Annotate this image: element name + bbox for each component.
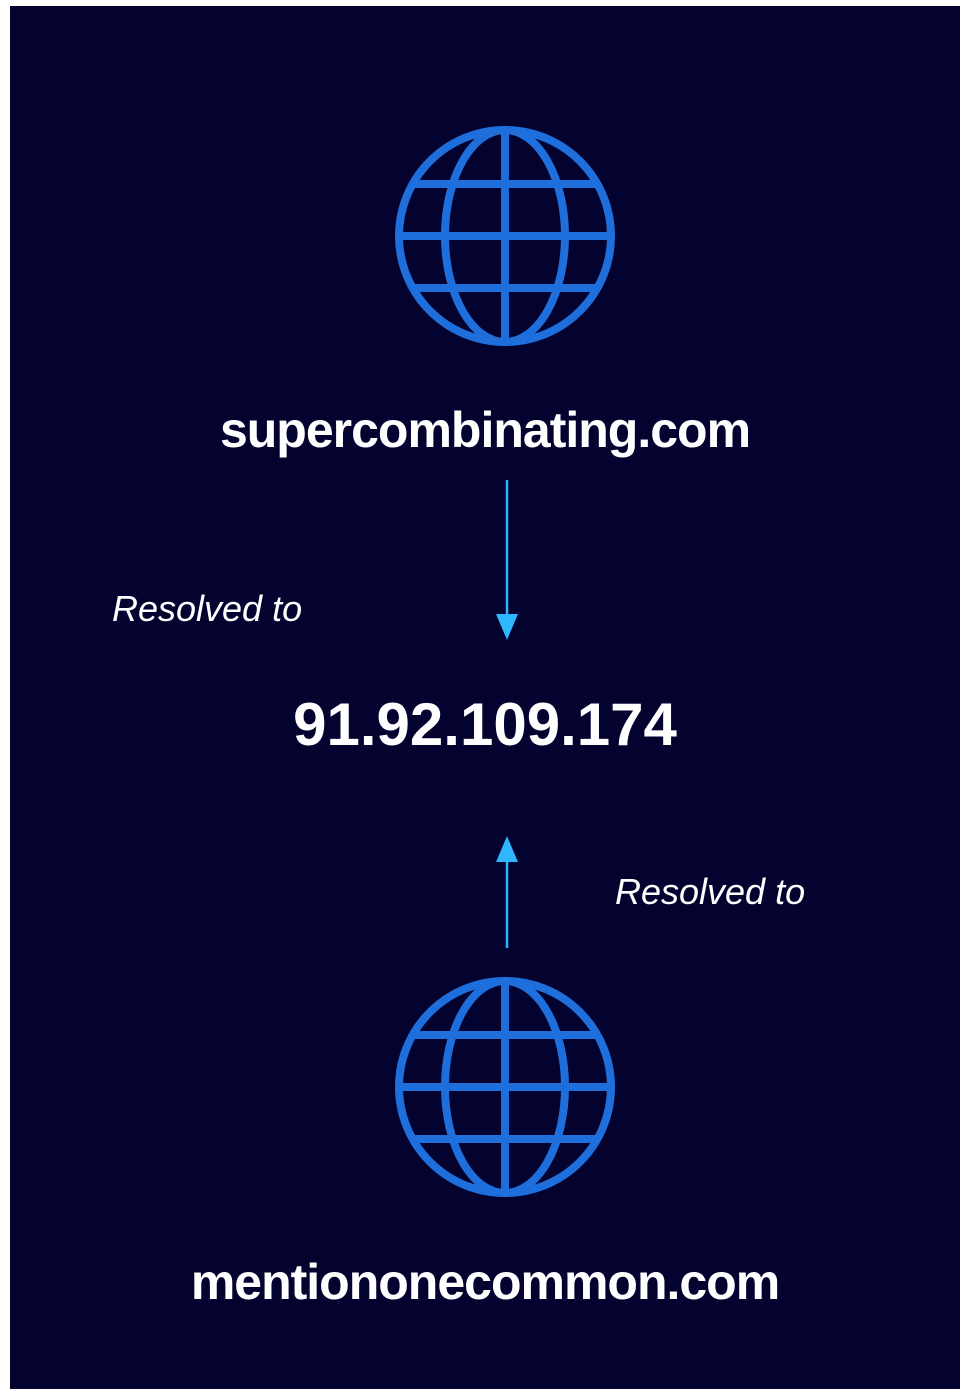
- source-domain: supercombinating.com: [219, 402, 751, 458]
- ip-address: 91.92.109.174: [293, 691, 677, 758]
- diagram-panel: supercombinating.com Resolved to 91.92.1…: [10, 6, 960, 1389]
- globe-icon: [393, 975, 617, 1199]
- globe-icon: [393, 124, 617, 348]
- resolved-to-label: Resolved to: [112, 588, 303, 629]
- second-domain: mentiononecommon.com: [190, 1254, 780, 1310]
- resolved-to-label: Resolved to: [615, 871, 806, 912]
- arrow-down-icon: [492, 480, 522, 640]
- arrow-up-icon: [492, 836, 522, 948]
